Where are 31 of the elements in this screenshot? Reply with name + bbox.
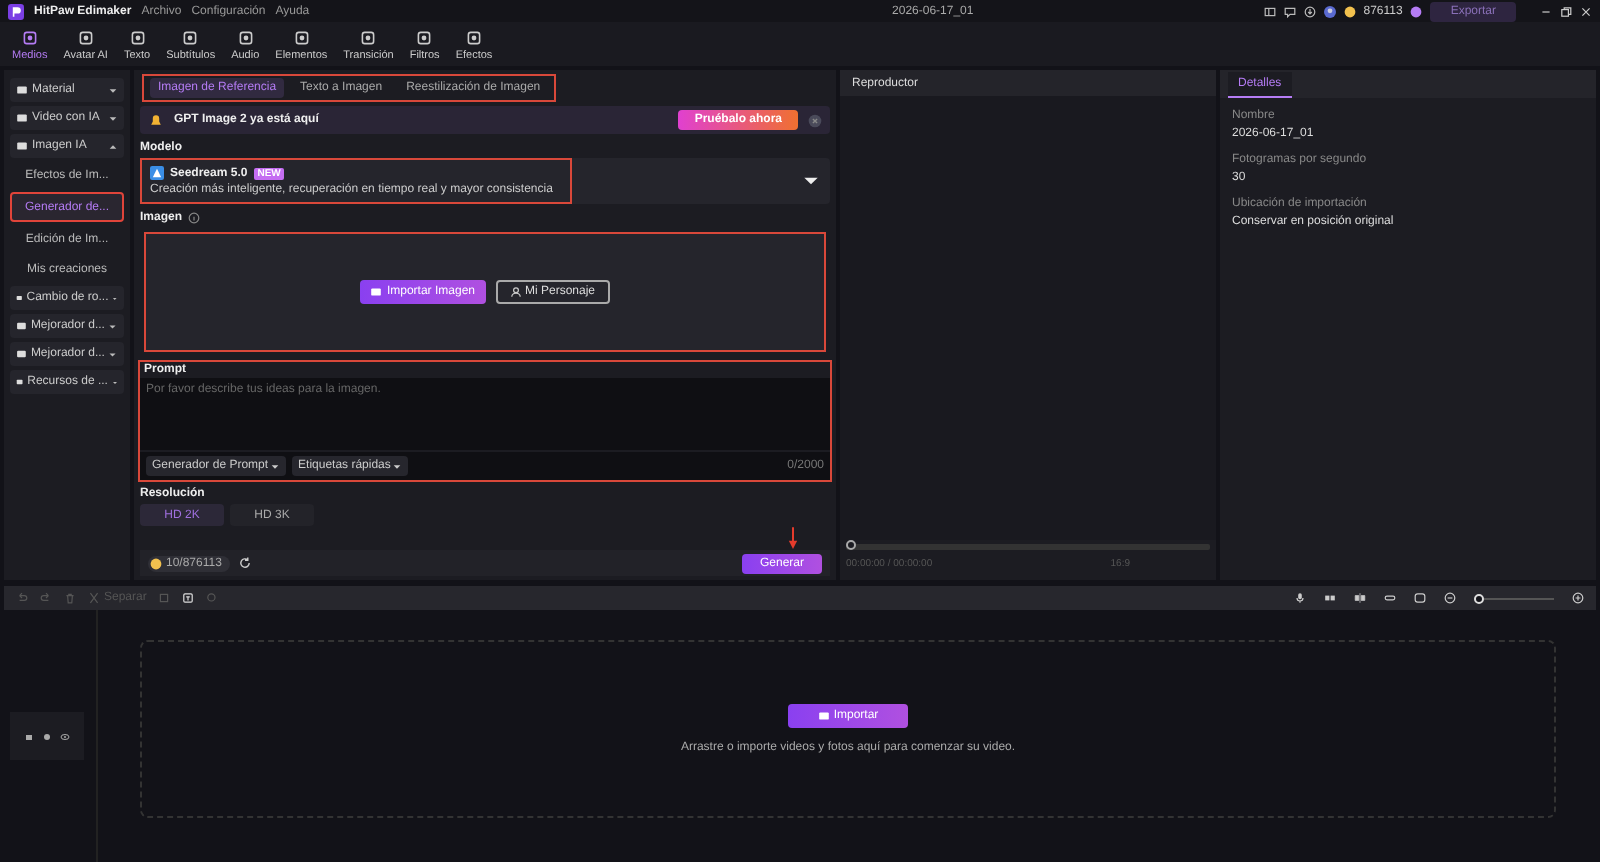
text-box-icon[interactable]	[182, 592, 195, 604]
scissors-icon	[88, 592, 100, 604]
zoom-handle[interactable]	[1474, 593, 1484, 603]
person-icon	[509, 286, 521, 298]
caret-icon	[108, 321, 118, 331]
zoom-out-icon[interactable]	[1444, 592, 1456, 604]
eye-icon[interactable]	[60, 731, 70, 741]
coin-icon	[1343, 5, 1356, 17]
arrow-icon	[788, 525, 798, 551]
refresh-icon[interactable]	[237, 556, 252, 570]
caret-icon	[108, 113, 118, 123]
caret-icon	[392, 461, 403, 471]
minimize-icon[interactable]	[1540, 5, 1552, 17]
chat-icon[interactable]	[1283, 5, 1296, 17]
app-logo-icon	[8, 3, 24, 19]
restore-icon[interactable]	[1560, 5, 1572, 17]
download-icon[interactable]	[1303, 5, 1316, 17]
microphone-icon[interactable]	[1294, 592, 1306, 604]
dropdown-icon	[804, 176, 818, 186]
info-icon	[188, 212, 201, 224]
caret-icon	[108, 141, 118, 151]
caret-icon	[108, 349, 118, 359]
zoom-in-icon[interactable]	[1572, 592, 1584, 604]
layout-icon[interactable]	[1263, 5, 1276, 17]
close-icon[interactable]	[1580, 5, 1592, 17]
coin-icon	[150, 557, 162, 569]
playback-handle[interactable]	[846, 540, 856, 550]
bell-icon	[148, 112, 164, 128]
model-icon	[150, 166, 164, 180]
caret-icon	[108, 85, 118, 95]
caret-icon	[270, 461, 281, 471]
